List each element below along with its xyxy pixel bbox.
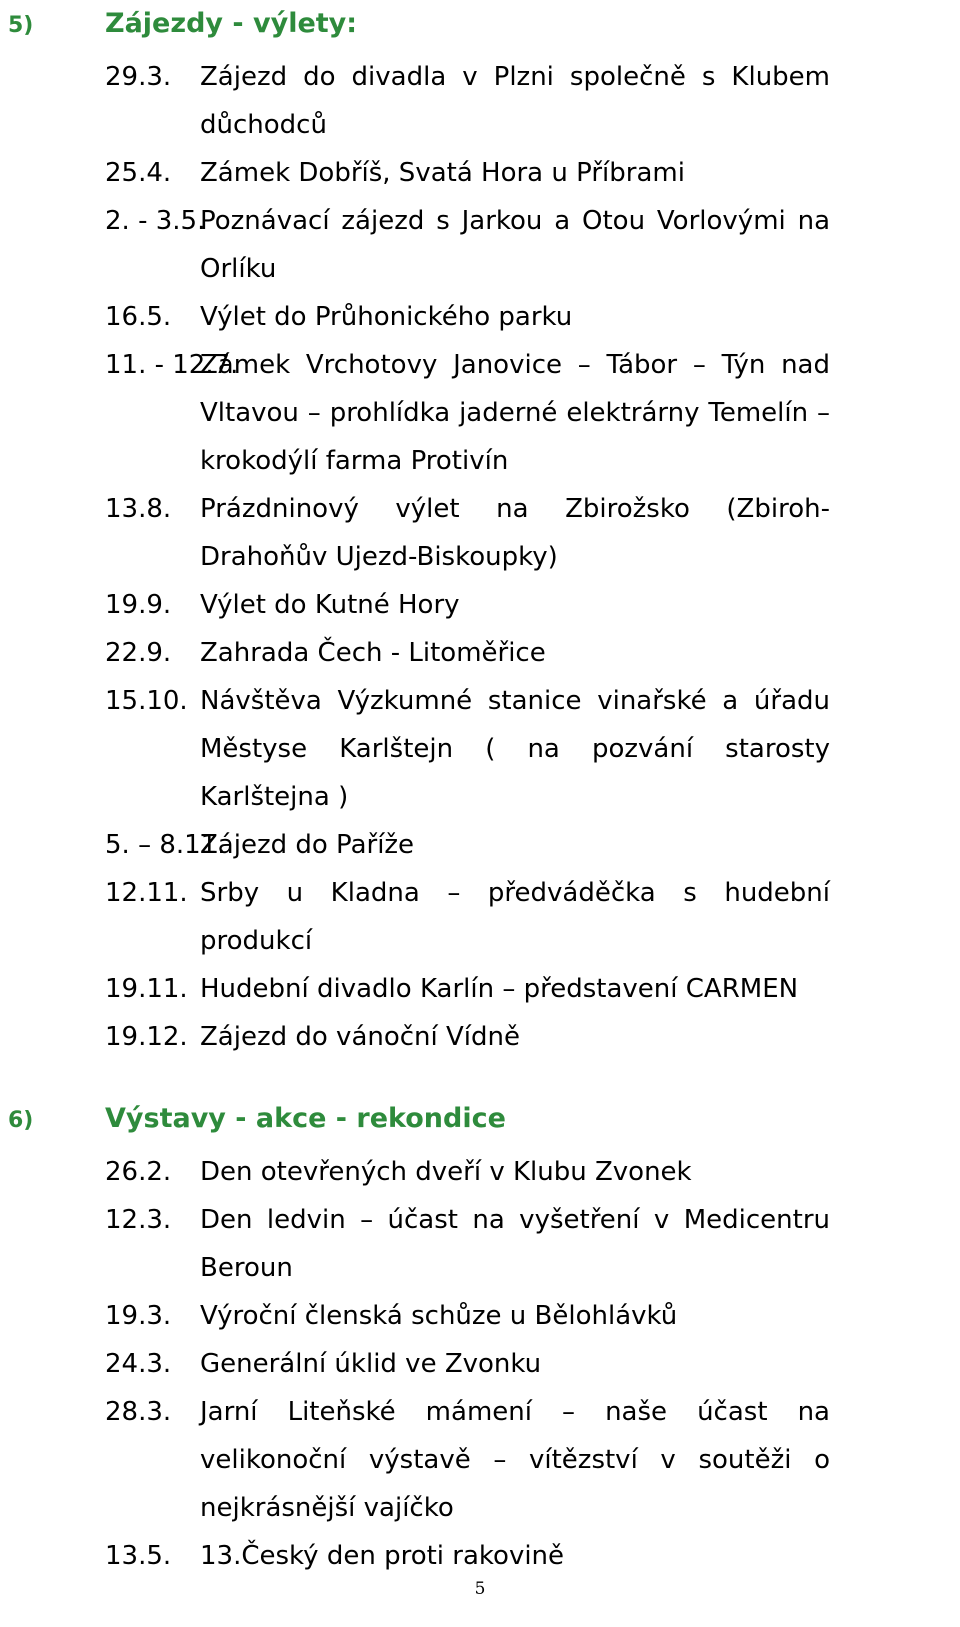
entry-date: 19.12.	[105, 1022, 188, 1052]
page-number: 5	[474, 1579, 486, 1599]
entry-description: Den ledvin – účast na vyšetření v Medice…	[200, 1205, 830, 1283]
entry-description: Hudební divadlo Karlín – představení CAR…	[200, 974, 799, 1004]
list-item: 29.3. Zájezd do divadla v Plzni společně…	[0, 53, 960, 149]
entry-date: 15.10.	[105, 686, 188, 716]
section-5-entry-list: 29.3. Zájezd do divadla v Plzni společně…	[0, 53, 960, 1061]
entry-description: Prázdninový výlet na Zbirožsko (Zbiroh-D…	[200, 494, 830, 572]
entry-description: Zahrada Čech - Litoměřice	[200, 638, 546, 668]
entry-description: Návštěva Výzkumné stanice vinařské a úřa…	[200, 686, 830, 812]
list-item: 28.3. Jarní Liteňské mámení – naše účast…	[0, 1388, 960, 1532]
list-item: 19.12. Zájezd do vánoční Vídně	[0, 1013, 960, 1061]
list-item: 25.4. Zámek Dobříš, Svatá Hora u Příbram…	[0, 149, 960, 197]
entry-date: 16.5.	[105, 302, 172, 332]
entry-description: Výroční členská schůze u Bělohlávků	[200, 1301, 678, 1331]
entry-description: Zájezd do Paříže	[200, 830, 415, 860]
entry-description: Den otevřených dveří v Klubu Zvonek	[200, 1157, 692, 1187]
list-item: 15.10. Návštěva Výzkumné stanice vinařsk…	[0, 677, 960, 821]
entry-description: Poznávací zájezd s Jarkou a Otou Vorlový…	[200, 206, 830, 284]
entry-description: Jarní Liteňské mámení – naše účast na ve…	[200, 1397, 830, 1523]
list-item: 13.5. 13.Český den proti rakovině	[0, 1532, 960, 1580]
entry-date: 29.3.	[105, 62, 172, 92]
entry-description: Zájezd do divadla v Plzni společně s Klu…	[200, 62, 830, 140]
entry-date: 12.3.	[105, 1205, 172, 1235]
list-item: 12.3. Den ledvin – účast na vyšetření v …	[0, 1196, 960, 1292]
entry-description: 13.Český den proti rakovině	[200, 1541, 565, 1571]
entry-description: Výlet do Průhonického parku	[200, 302, 573, 332]
list-item: 11. - 12.7. Zámek Vrchotovy Janovice – T…	[0, 341, 960, 485]
list-item: 22.9. Zahrada Čech - Litoměřice	[0, 629, 960, 677]
entry-date: 19.3.	[105, 1301, 172, 1331]
section-6-entry-list: 26.2. Den otevřených dveří v Klubu Zvone…	[0, 1148, 960, 1580]
list-item: 16.5. Výlet do Průhonického parku	[0, 293, 960, 341]
list-item: 13.8. Prázdninový výlet na Zbirožsko (Zb…	[0, 485, 960, 581]
list-item: 24.3. Generální úklid ve Zvonku	[0, 1340, 960, 1388]
section-title-5: Zájezdy - výlety:	[105, 8, 358, 39]
section-title-6: Výstavy - akce - rekondice	[105, 1103, 506, 1134]
list-item: 19.3. Výroční členská schůze u Bělohlávk…	[0, 1292, 960, 1340]
entry-date: 5. – 8.11.	[105, 830, 226, 860]
entry-date: 12.11.	[105, 878, 188, 908]
list-item: 2. - 3.5. Poznávací zájezd s Jarkou a Ot…	[0, 197, 960, 293]
entry-date: 24.3.	[105, 1349, 172, 1379]
document-page: 5) Zájezdy - výlety: 29.3. Zájezd do div…	[0, 0, 960, 1627]
entry-date: 28.3.	[105, 1397, 172, 1427]
list-item: 12.11. Srby u Kladna – předváděčka s hud…	[0, 869, 960, 965]
section-heading-6: 6) Výstavy - akce - rekondice	[0, 1103, 960, 1134]
entry-date: 2. - 3.5.	[105, 206, 206, 236]
entry-date: 13.8.	[105, 494, 172, 524]
list-item: 19.9. Výlet do Kutné Hory	[0, 581, 960, 629]
entry-date: 11. - 12.7.	[105, 350, 239, 380]
entry-description: Výlet do Kutné Hory	[200, 590, 460, 620]
entry-date: 19.9.	[105, 590, 172, 620]
section-heading-5: 5) Zájezdy - výlety:	[0, 0, 960, 39]
list-item: 26.2. Den otevřených dveří v Klubu Zvone…	[0, 1148, 960, 1196]
entry-description: Generální úklid ve Zvonku	[200, 1349, 542, 1379]
section-number-5: 5)	[8, 13, 34, 38]
section-number-6: 6)	[8, 1108, 34, 1133]
entry-date: 19.11.	[105, 974, 188, 1004]
list-item: 5. – 8.11. Zájezd do Paříže	[0, 821, 960, 869]
entry-date: 25.4.	[105, 158, 172, 188]
entry-date: 13.5.	[105, 1541, 172, 1571]
entry-date: 26.2.	[105, 1157, 172, 1187]
entry-date: 22.9.	[105, 638, 172, 668]
entry-description: Srby u Kladna – předváděčka s hudební pr…	[200, 878, 830, 956]
entry-description: Zámek Vrchotovy Janovice – Tábor – Týn n…	[200, 350, 830, 476]
entry-description: Zámek Dobříš, Svatá Hora u Příbrami	[200, 158, 685, 188]
entry-description: Zájezd do vánoční Vídně	[200, 1022, 521, 1052]
list-item: 19.11. Hudební divadlo Karlín – představ…	[0, 965, 960, 1013]
